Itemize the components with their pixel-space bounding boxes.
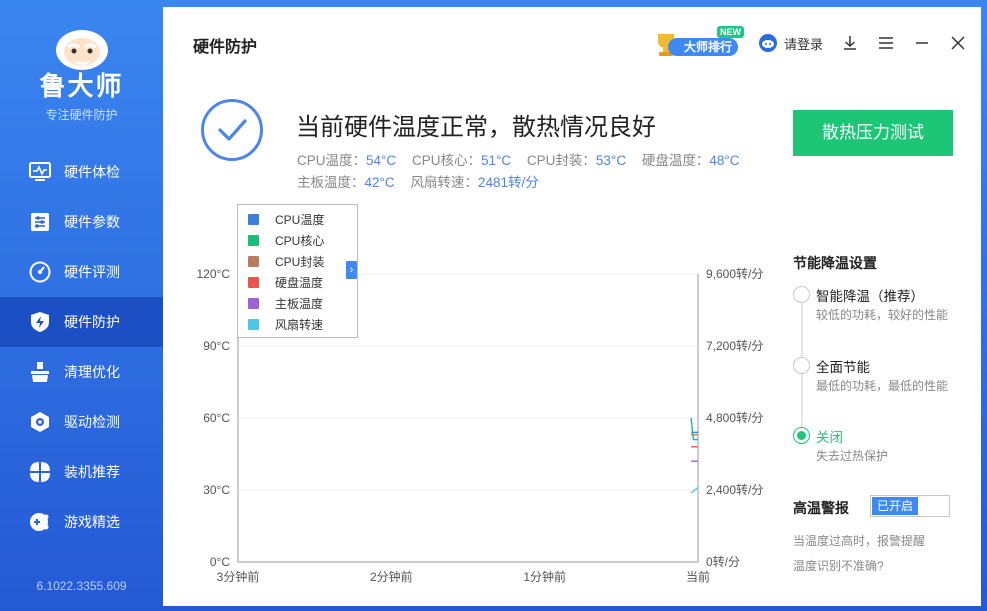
x-tick-label: 1分钟前 [523, 569, 566, 584]
cooling-settings-title: 节能降温设置 [793, 255, 877, 271]
sidebar-item-cleanup[interactable]: 清理优化 [0, 347, 163, 397]
stress-test-button[interactable]: 散热压力测试 [793, 110, 953, 156]
menu-icon[interactable] [877, 34, 895, 52]
sidebar-item-label: 硬件参数 [64, 214, 120, 230]
metric-fan-speed: 风扇转速：2481转/分 [410, 175, 539, 190]
radio-smart-cooling[interactable] [793, 286, 810, 303]
app-version: 6.1022.3355.609 [36, 579, 127, 593]
minimize-icon[interactable] [913, 34, 931, 52]
radio-off[interactable] [793, 427, 810, 444]
brand-name: 鲁大师 [39, 71, 124, 101]
high-temp-alarm-title: 高温警报 [793, 500, 849, 516]
login-label: 请登录 [783, 36, 823, 52]
temp-inaccurate-link[interactable]: 温度识别不准确? [793, 557, 884, 574]
sidebar-nav: 硬件体检 硬件参数 硬件评测 硬件防护 清理优化 驱动检测 装机推荐 游戏精选 [0, 147, 163, 547]
legend-item[interactable]: CPU核心 [248, 230, 357, 251]
sidebar-item-game-picks[interactable]: 游戏精选 [0, 497, 163, 547]
sidebar-item-hardware-protection[interactable]: 硬件防护 [0, 297, 163, 347]
metric-cpu-package: CPU封装：53°C [526, 153, 627, 168]
y-tick-label-right: 2,400转/分 [706, 482, 763, 497]
sidebar-item-hardware-check[interactable]: 硬件体检 [0, 147, 163, 197]
option-label: 全面节能 [816, 360, 870, 375]
legend-collapse-button[interactable]: › [346, 261, 357, 279]
alarm-description: 当温度过高时，报警提醒 [793, 534, 926, 548]
chart-legend: CPU温度 CPU核心 CPU封装 硬盘温度 主板温度 风扇转速 [237, 204, 358, 338]
sidebar-item-label: 驱动检测 [64, 414, 120, 430]
sliders-icon [28, 210, 52, 234]
option-label: 关闭 [816, 430, 843, 445]
temperature-chart: 0°C 0转/分 30°C 2,400转/分 60°C 4,800转/分 90°C 7,200… [163, 202, 783, 602]
metric-disk-temp: 硬盘温度：48°C [641, 153, 740, 168]
download-icon[interactable] [841, 34, 859, 52]
option-desc: 失去过热保护 [816, 449, 889, 463]
legend-item[interactable]: 主板温度 [248, 293, 357, 314]
y-tick-label-right: 0转/分 [706, 554, 740, 569]
sidebar-item-label: 装机推荐 [64, 464, 120, 480]
sidebar-item-label: 清理优化 [64, 364, 120, 380]
metric-cpu-temp: CPU温度：54°C [297, 153, 397, 168]
legend-item[interactable]: 硬盘温度 [248, 272, 357, 293]
rank-label: 大师排行 [667, 38, 738, 56]
title-bar-actions: 大师排行 NEW 请登录 [654, 23, 967, 63]
sidebar: 鲁大师 专注硬件防护 硬件体检 硬件参数 硬件评测 硬件防护 清理优化 驱动检测… [0, 0, 163, 611]
option-desc: 最低的功耗，最低的性能 [816, 379, 949, 393]
y-tick-label-right: 4,800转/分 [706, 410, 763, 425]
option-label: 智能降温（推荐） [816, 289, 924, 304]
x-tick-label: 当前 [686, 569, 710, 584]
status-title: 当前硬件温度正常，散热情况良好 [296, 114, 656, 141]
sidebar-item-build-recommend[interactable]: 装机推荐 [0, 447, 163, 497]
y-tick-label-left: 30°C [203, 483, 230, 497]
y-tick-label-left: 0°C [210, 555, 230, 569]
y-tick-label-left: 60°C [203, 411, 230, 425]
alarm-toggle[interactable]: 已开启 [870, 495, 950, 517]
new-badge: NEW [716, 26, 744, 38]
user-avatar-icon [758, 34, 777, 52]
gamepad-icon [28, 510, 52, 534]
legend-item[interactable]: 风扇转速 [248, 314, 357, 335]
gear-hex-icon [28, 410, 52, 434]
radio-full-saving[interactable] [793, 357, 810, 374]
login-button[interactable]: 请登录 [758, 33, 823, 53]
gauge-icon [28, 260, 52, 284]
rank-button[interactable]: 大师排行 NEW [654, 26, 744, 58]
status-check-icon [201, 99, 263, 161]
metric-board-temp: 主板温度：42°C [297, 175, 395, 190]
y-tick-label-left: 90°C [203, 339, 230, 353]
legend-item[interactable]: CPU封装 [248, 251, 357, 272]
series-line [690, 417, 698, 441]
option-desc: 较低的功耗，较好的性能 [816, 308, 949, 322]
sidebar-item-hardware-benchmark[interactable]: 硬件评测 [0, 247, 163, 297]
sidebar-item-label: 硬件防护 [64, 314, 120, 330]
alarm-toggle-label: 已开启 [872, 497, 918, 515]
monitor-check-icon [28, 160, 52, 184]
x-tick-label: 3分钟前 [217, 569, 260, 584]
brand-slogan: 专注硬件防护 [45, 108, 118, 122]
shield-bolt-icon [28, 310, 52, 334]
broom-icon [28, 360, 52, 384]
sidebar-item-label: 游戏精选 [64, 514, 120, 530]
temperature-metrics: CPU温度：54°C CPU核心：51°C CPU封装：53°C 硬盘温度：48… [297, 150, 777, 194]
app-window: 鲁大师 专注硬件防护 硬件体检 硬件参数 硬件评测 硬件防护 清理优化 驱动检测… [0, 0, 987, 611]
close-icon[interactable] [949, 34, 967, 52]
x-tick-label: 2分钟前 [370, 569, 413, 584]
y-tick-label-left: 120°C [197, 267, 231, 281]
main-panel: 硬件防护 大师排行 NEW 请登录 当前硬件温度正常，散热情况良好 CPU温度：… [163, 7, 981, 606]
y-tick-label-right: 9,600转/分 [706, 266, 763, 281]
sidebar-item-hardware-params[interactable]: 硬件参数 [0, 197, 163, 247]
grid-petals-icon [28, 460, 52, 484]
y-tick-label-right: 7,200转/分 [706, 338, 763, 353]
metric-cpu-core: CPU核心：51°C [411, 153, 512, 168]
sidebar-item-driver-check[interactable]: 驱动检测 [0, 397, 163, 447]
sidebar-item-label: 硬件体检 [64, 164, 120, 180]
legend-item[interactable]: CPU温度 [248, 209, 357, 230]
sidebar-item-label: 硬件评测 [64, 264, 120, 280]
page-title: 硬件防护 [193, 39, 258, 56]
